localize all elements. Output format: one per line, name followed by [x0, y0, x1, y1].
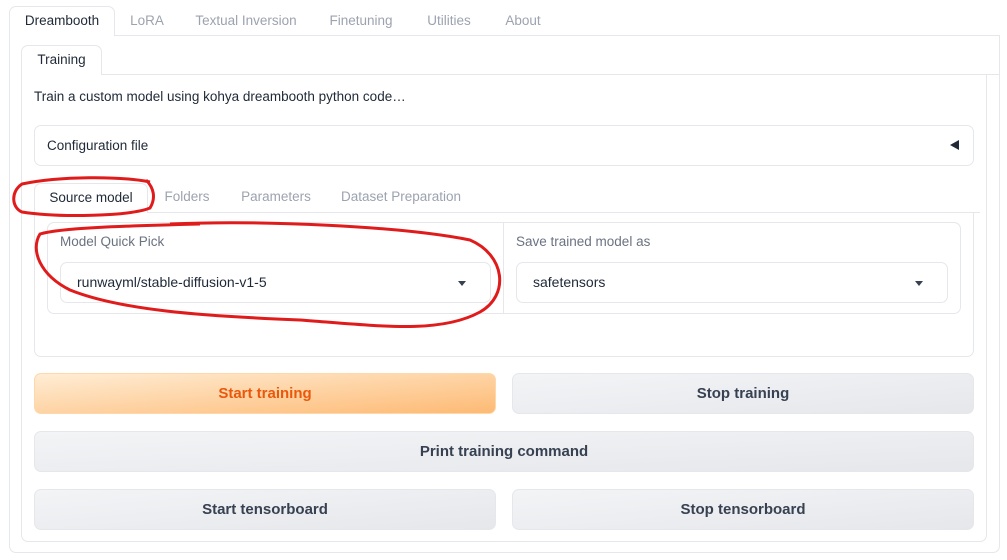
tab-utilities[interactable]: Utilities: [414, 7, 484, 35]
model-quick-pick-value: runwayml/stable-diffusion-v1-5: [77, 274, 267, 290]
save-model-as-dropdown[interactable]: safetensors: [516, 262, 948, 303]
triangle-left-icon: [950, 140, 959, 150]
tab-about[interactable]: About: [494, 7, 552, 35]
tab-dataset-preparation[interactable]: Dataset Preparation: [335, 183, 467, 211]
accordion-label: Configuration file: [47, 138, 149, 153]
chevron-down-icon: [458, 281, 466, 286]
tab-lora[interactable]: LoRA: [119, 7, 175, 35]
tab-textual-inversion[interactable]: Textual Inversion: [185, 7, 307, 35]
configuration-file-accordion[interactable]: Configuration file: [34, 125, 974, 166]
model-quick-pick-dropdown[interactable]: runwayml/stable-diffusion-v1-5: [60, 262, 491, 303]
tab-dreambooth[interactable]: Dreambooth: [9, 6, 115, 36]
training-tabs-divider: [101, 74, 1000, 75]
tab-finetuning[interactable]: Finetuning: [318, 7, 404, 35]
save-model-as-label: Save trained model as: [516, 234, 651, 249]
tab-folders[interactable]: Folders: [157, 183, 217, 211]
group-divider: [503, 222, 504, 314]
stop-tensorboard-button[interactable]: Stop tensorboard: [512, 489, 974, 530]
tab-parameters[interactable]: Parameters: [233, 183, 319, 211]
stop-training-button[interactable]: Stop training: [512, 373, 974, 414]
save-model-as-value: safetensors: [533, 274, 606, 290]
tab-training[interactable]: Training: [21, 45, 102, 75]
start-training-button[interactable]: Start training: [34, 373, 496, 414]
chevron-down-icon: [915, 281, 923, 286]
model-quick-pick-label: Model Quick Pick: [60, 234, 165, 249]
print-training-command-button[interactable]: Print training command: [34, 431, 974, 472]
start-tensorboard-button[interactable]: Start tensorboard: [34, 489, 496, 530]
tab-source-model[interactable]: Source model: [34, 183, 148, 213]
description: Train a custom model using kohya dreambo…: [34, 89, 406, 104]
